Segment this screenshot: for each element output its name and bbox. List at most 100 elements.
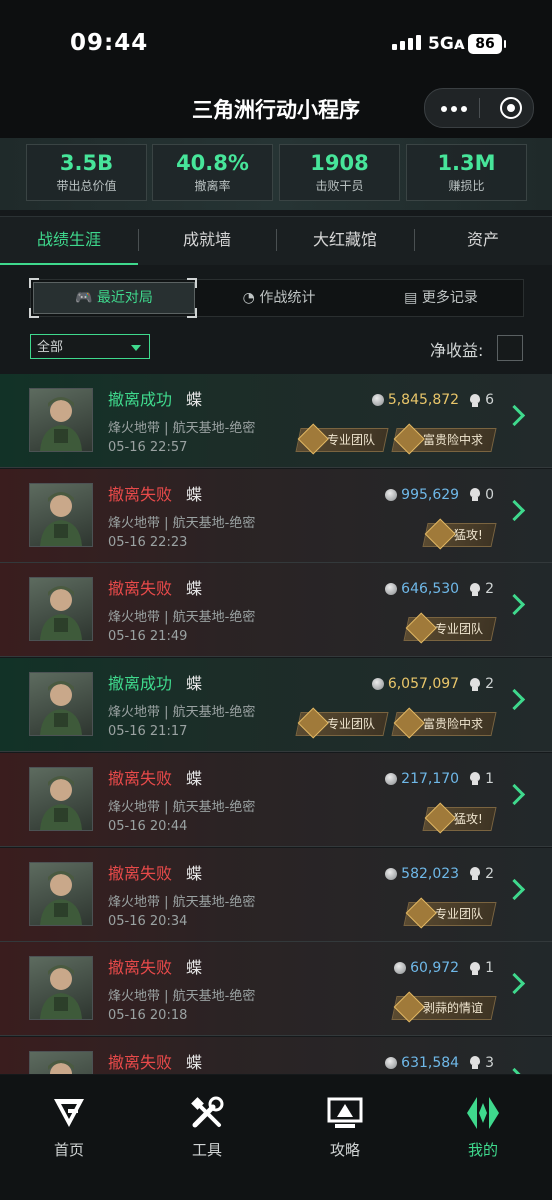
stat-value: 40.8% <box>176 151 249 175</box>
match-value: 646,530 <box>401 581 460 598</box>
nav-home[interactable]: 首页 <box>0 1095 138 1160</box>
badge-list: 猛攻! <box>422 518 497 550</box>
match-row[interactable]: 撤离失败蝶烽火地带 | 航天基地-绝密631,5843 <box>0 1036 552 1074</box>
match-row[interactable]: 撤离失败蝶烽火地带 | 航天基地-绝密 05-16 20:44 217,170 1 猛攻… <box>0 752 552 847</box>
match-row[interactable]: 撤离失败蝶烽火地带 | 航天基地-绝密 05-16 20:34 582,023 2 专业… <box>0 847 552 942</box>
nav-tools[interactable]: 工具 <box>138 1095 276 1160</box>
sub-tabs: 🎮 最近对局 ◔ 作战统计 ▤ 更多记录 <box>29 278 524 318</box>
guide-monitor-icon <box>327 1095 363 1131</box>
match-badge: 剥蒜的情谊 <box>391 991 497 1023</box>
match-value: 217,170 <box>401 770 460 787</box>
match-time: 05-16 22:23 <box>108 534 188 550</box>
match-stats: 631,584 3 <box>385 1055 494 1071</box>
coin-icon <box>394 962 407 975</box>
match-stats: 217,170 1 <box>385 771 494 787</box>
match-stats: 6,057,097 2 <box>371 676 494 692</box>
map-mode: 烽火地带 | 航天基地-绝密 <box>108 421 256 436</box>
match-value: 582,023 <box>401 865 460 882</box>
subtab-more-records[interactable]: ▤ 更多记录 <box>361 280 521 316</box>
badge-label: 专业团队 <box>326 433 375 447</box>
nav-profile[interactable]: 我的 <box>414 1095 552 1160</box>
stats-strip: 3.5B 带出总价值 40.8% 撤离率 1908 击败干员 1.3M 赚损比 <box>0 138 552 210</box>
match-badge: 猛攻! <box>422 802 497 834</box>
chevron-right-icon[interactable] <box>503 688 526 711</box>
map-mode: 烽火地带 | 航天基地-绝密 <box>108 894 256 910</box>
match-badge: 专业团队 <box>295 707 389 739</box>
chevron-right-icon[interactable] <box>503 783 526 805</box>
operator-name: 蝶 <box>186 768 203 788</box>
subtab-label: 最近对局 <box>96 290 153 306</box>
match-stats: 995,629 0 <box>385 487 494 503</box>
extraction-result: 撤离失败 <box>108 768 173 788</box>
badge-label: 专业团队 <box>434 906 483 921</box>
extraction-result: 撤离失败 <box>108 579 173 599</box>
network-type: 5Gᴀ <box>428 34 465 54</box>
match-value: 5,845,872 <box>387 392 460 408</box>
match-row[interactable]: 撤离失败蝶烽火地带 | 航天基地-绝密 05-16 21:49 646,530 2 专业… <box>0 563 552 658</box>
chevron-right-icon[interactable] <box>503 499 526 521</box>
stat-value: 3.5B <box>59 151 114 175</box>
operator-avatar <box>29 482 93 547</box>
tab-red-collection[interactable]: 大红藏馆 <box>276 217 414 263</box>
badge-emblem-icon <box>424 518 456 550</box>
net-profit-label: 净收益: <box>430 341 484 360</box>
subtab-battle-stats[interactable]: ◔ 作战统计 <box>199 280 359 316</box>
match-row[interactable]: 撤离成功蝶烽火地带 | 航天基地-绝密 05-16 22:57 5,845,872 6… <box>0 374 552 468</box>
map-mode: 烽火地带 | 航天基地-绝密 <box>108 799 256 815</box>
stat-label: 击败干员 <box>315 179 364 193</box>
close-miniprogram-icon[interactable] <box>500 97 522 119</box>
chevron-right-icon[interactable] <box>503 594 526 616</box>
more-icon[interactable] <box>441 106 467 112</box>
subtab-recent-matches[interactable]: 🎮 最近对局 <box>33 282 195 314</box>
match-row[interactable]: 撤离失败蝶烽火地带 | 航天基地-绝密 05-16 22:23 995,629 0 猛攻… <box>0 468 552 563</box>
battery-icon: 86 <box>468 34 506 54</box>
operator-name: 蝶 <box>186 484 203 504</box>
tab-assets[interactable]: 资产 <box>414 217 552 263</box>
chevron-right-icon[interactable] <box>503 404 526 427</box>
badge-emblem-icon <box>393 707 425 739</box>
operator-avatar <box>29 388 93 452</box>
tab-achievements[interactable]: 成就墙 <box>138 217 276 263</box>
extraction-result: 撤离失败 <box>108 1052 173 1072</box>
badge-list: 猛攻! <box>422 802 497 834</box>
stat-card-extract-rate: 40.8% 撤离率 <box>152 144 273 201</box>
match-stats: 60,972 1 <box>394 960 494 976</box>
kill-count: 2 <box>485 581 494 598</box>
badge-label: 富贵险中求 <box>422 717 483 732</box>
match-row[interactable]: 撤离成功蝶烽火地带 | 航天基地-绝密 05-16 21:17 6,057,097 2… <box>0 658 552 753</box>
map-mode: 烽火地带 | 航天基地-绝密 <box>108 610 256 626</box>
kill-count: 1 <box>485 770 494 787</box>
badge-label: 剥蒜的情谊 <box>422 1001 483 1016</box>
profile-diamond-icon <box>465 1095 501 1131</box>
skull-icon <box>469 582 481 596</box>
badge-label: 猛攻! <box>454 811 483 826</box>
coin-icon <box>371 678 384 691</box>
badge-emblem-icon <box>393 991 425 1023</box>
tab-career[interactable]: 战绩生涯 <box>0 217 138 263</box>
badge-list: 专业团队 <box>403 612 497 644</box>
nav-guides[interactable]: 攻略 <box>276 1095 414 1160</box>
miniprogram-capsule <box>424 88 534 128</box>
coin-icon <box>385 488 398 501</box>
chevron-right-icon[interactable] <box>503 1067 526 1074</box>
chevron-right-icon[interactable] <box>503 878 526 900</box>
skull-icon <box>469 867 481 880</box>
kill-count: 1 <box>485 960 494 977</box>
kill-count: 0 <box>485 486 494 503</box>
map-mode: 烽火地带 | 航天基地-绝密 <box>108 989 256 1005</box>
badge-emblem-icon <box>424 802 456 834</box>
mode-filter-select[interactable]: 全部 <box>30 334 150 359</box>
match-row[interactable]: 撤离失败蝶烽火地带 | 航天基地-绝密 05-16 20:18 60,972 1 剥蒜的… <box>0 942 552 1037</box>
stat-label: 撤离率 <box>194 179 231 193</box>
match-stats: 646,530 2 <box>385 581 494 597</box>
operator-name: 蝶 <box>186 1052 203 1072</box>
main-tabs: 战绩生涯 成就墙 大红藏馆 资产 <box>0 216 552 265</box>
net-profit-checkbox[interactable] <box>497 335 523 361</box>
map-mode: 烽火地带 | 航天基地-绝密 <box>108 705 256 721</box>
map-mode: 烽火地带 | 航天基地-绝密 <box>108 515 256 531</box>
operator-avatar <box>29 766 93 831</box>
kill-count: 3 <box>485 1054 494 1071</box>
chevron-right-icon[interactable] <box>503 973 526 995</box>
operator-avatar <box>29 577 93 642</box>
badge-label: 猛攻! <box>454 527 483 542</box>
